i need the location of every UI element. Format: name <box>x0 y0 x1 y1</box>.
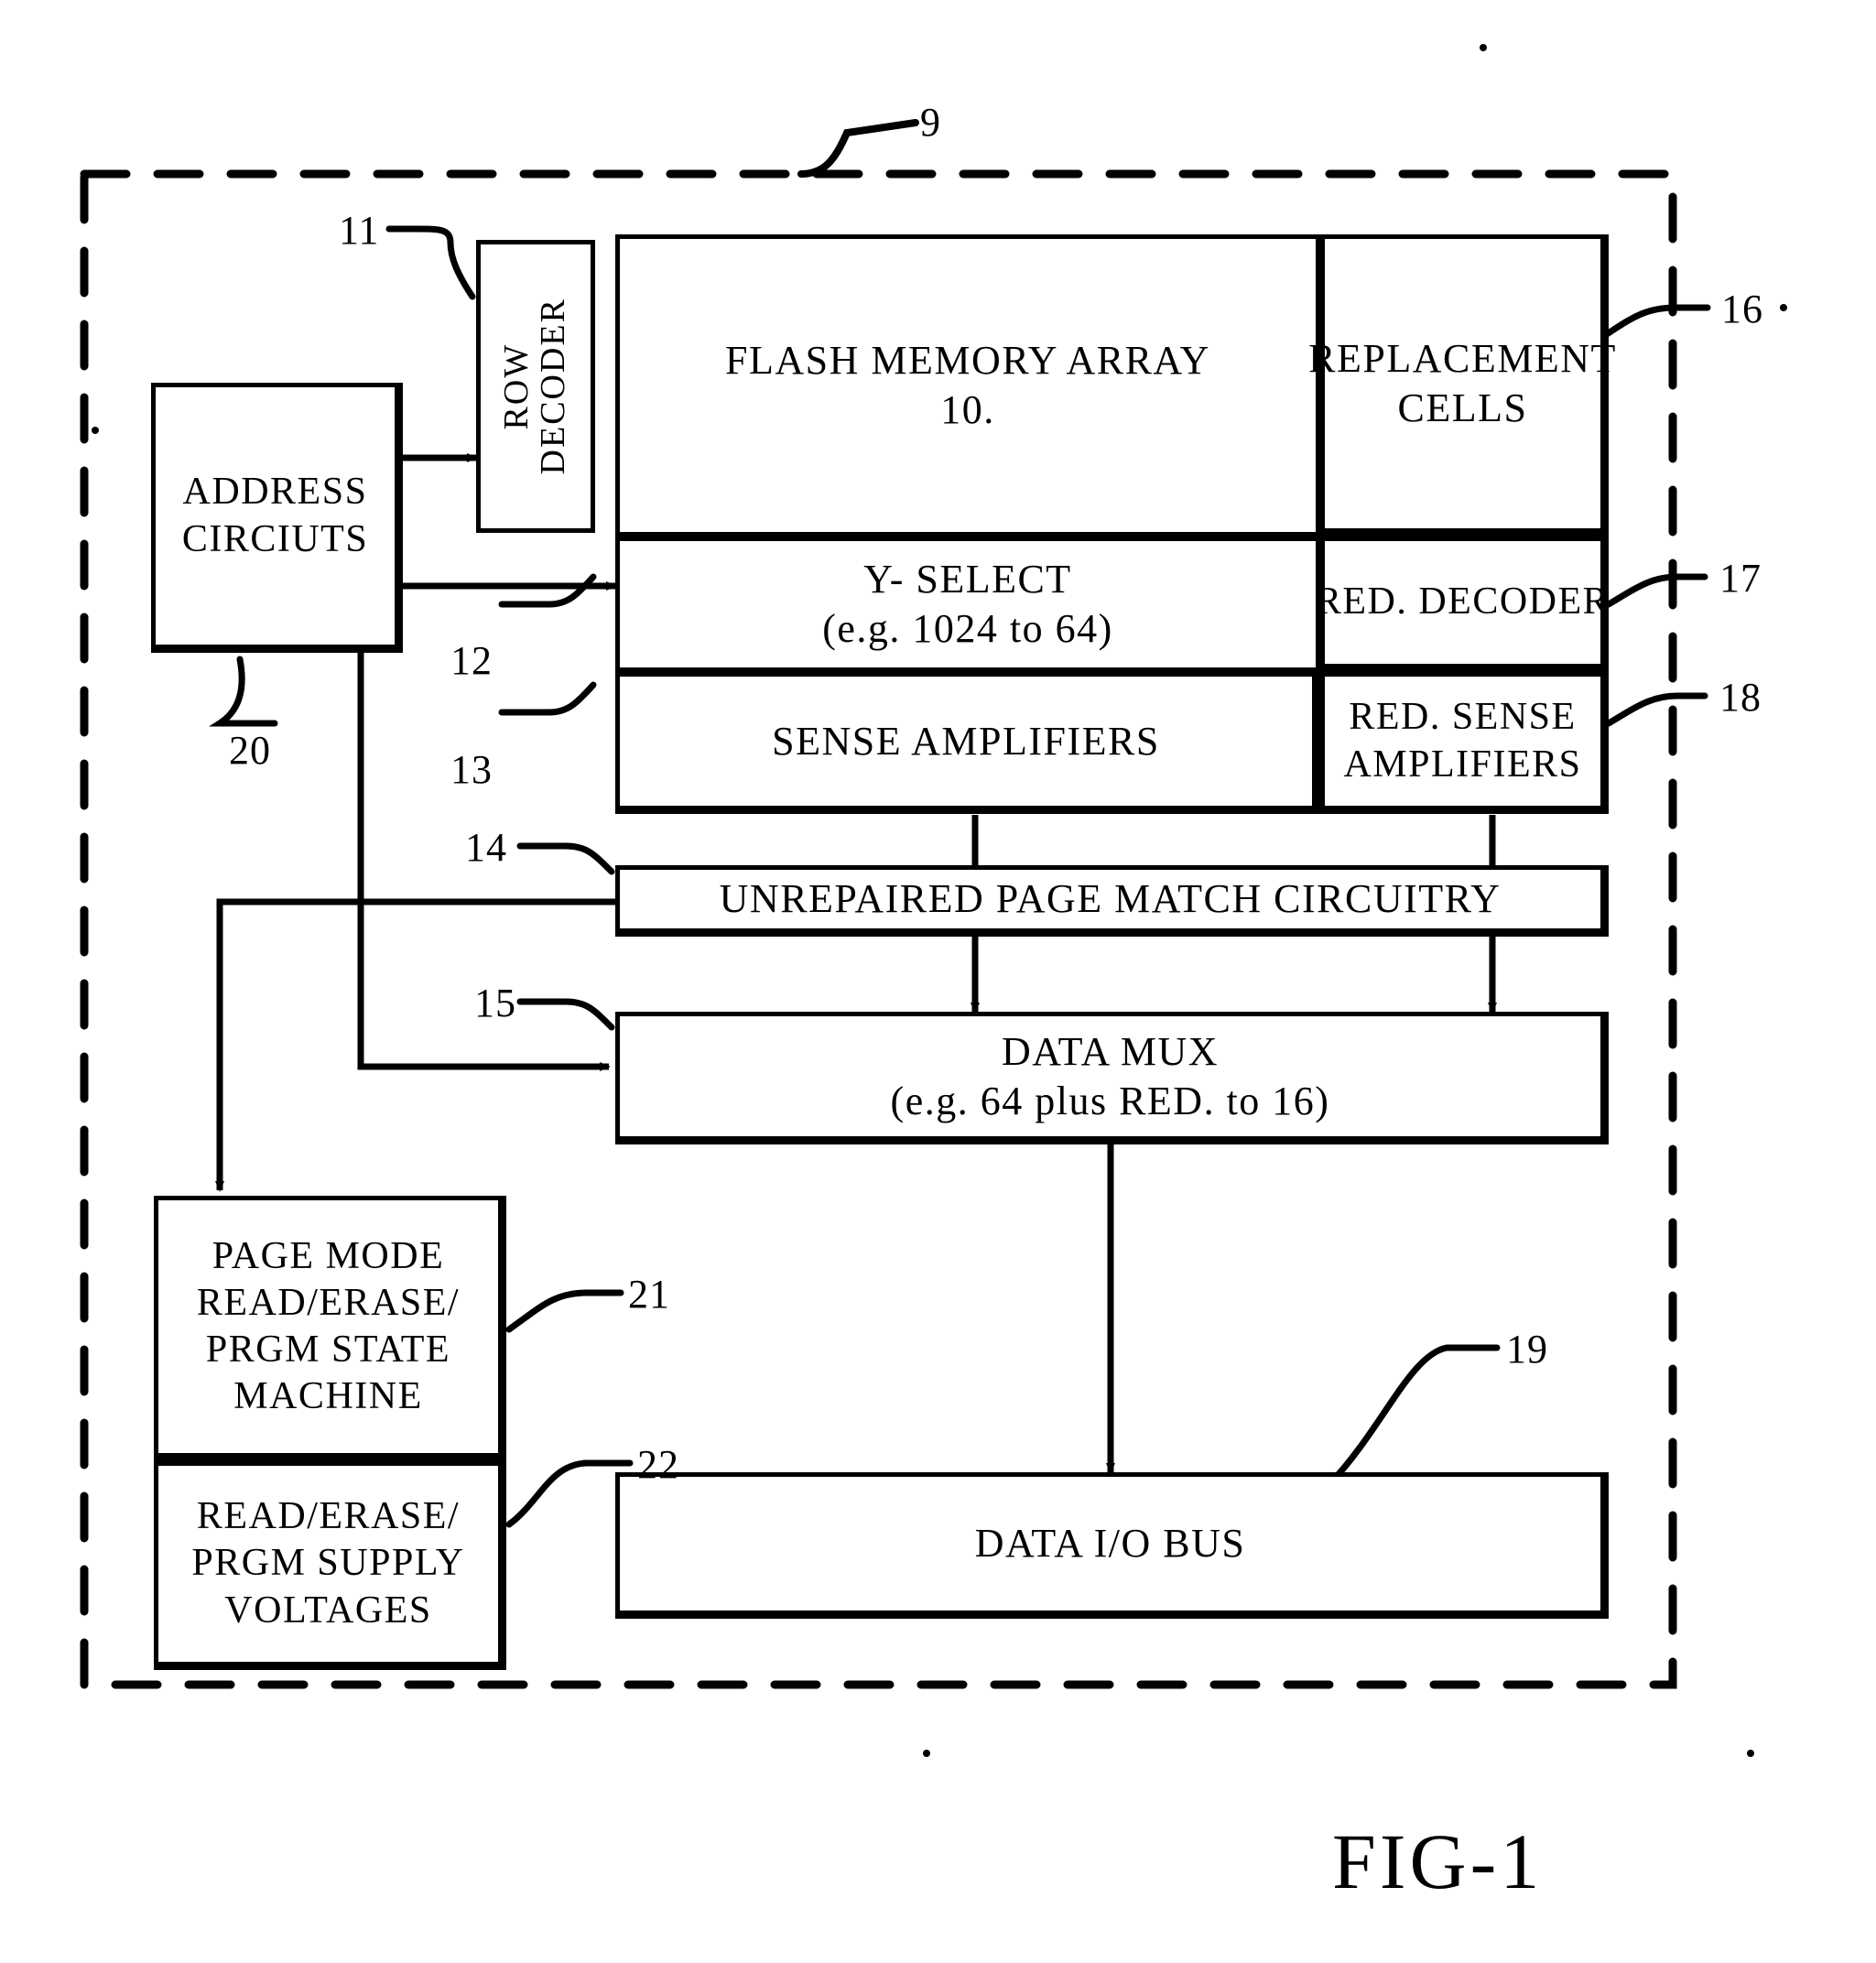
block-address-circuits[interactable]: ADDRESS CIRCIUTS <box>151 383 403 653</box>
data-io-bus-label: DATA I/O BUS <box>974 1521 1246 1567</box>
supply-voltages-line-2: PRGM SUPPLY <box>191 1542 465 1585</box>
ref-numeral-17: 17 <box>1719 556 1762 601</box>
ref-numeral-16: 16 <box>1721 287 1763 331</box>
page-speck <box>923 1750 930 1757</box>
page-speck <box>1747 1750 1754 1757</box>
leader-line-15 <box>516 998 615 1031</box>
state-machine-line-4: MACHINE <box>233 1375 423 1418</box>
state-machine-line-3: PRGM STATE <box>205 1329 451 1371</box>
ref-numeral-15: 15 <box>474 981 516 1025</box>
leader-line-18 <box>1605 692 1708 727</box>
leader-line-13 <box>498 681 597 716</box>
ref-numeral-13: 13 <box>450 747 493 792</box>
leader-line-11 <box>385 225 476 300</box>
leader-line-19 <box>1327 1344 1501 1487</box>
leader-line-9 <box>797 119 919 178</box>
replacement-cells-line-1: REPLACEMENT <box>1308 336 1617 382</box>
red-decoder-label: RED. DECODER <box>1315 580 1610 624</box>
leader-line-22 <box>505 1459 634 1528</box>
state-machine-line-1: PAGE MODE <box>211 1234 445 1277</box>
supply-voltages-line-3: VOLTAGES <box>224 1589 432 1632</box>
block-data-mux[interactable]: DATA MUX (e.g. 64 plus RED. to 16) <box>615 1012 1609 1144</box>
ref-numeral-20: 20 <box>229 728 271 773</box>
block-red-decoder[interactable]: RED. DECODER <box>1316 537 1609 672</box>
ref-numeral-22: 22 <box>637 1442 679 1487</box>
address-circuits-line-2: CIRCIUTS <box>181 517 369 560</box>
data-mux-line-1: DATA MUX <box>1001 1028 1220 1074</box>
block-replacement-cells[interactable]: REPLACEMENT CELLS <box>1308 234 1615 537</box>
block-red-sense-amplifiers[interactable]: RED. SENSE AMPLIFIERS <box>1320 672 1609 814</box>
page-speck <box>1480 44 1487 51</box>
leader-line-14 <box>516 842 615 875</box>
supply-voltages-line-1: READ/ERASE/ <box>196 1495 461 1538</box>
ref-numeral-18: 18 <box>1719 675 1762 720</box>
leader-line-20 <box>208 656 278 727</box>
block-flash-memory-array[interactable]: FLASH MEMORY ARRAY 10. <box>615 234 1320 537</box>
ref-numeral-11: 11 <box>339 208 380 253</box>
block-y-select[interactable]: Y- SELECT (e.g. 1024 to 64) <box>615 537 1320 672</box>
address-circuits-line-1: ADDRESS <box>182 471 368 514</box>
data-mux-line-2: (e.g. 64 plus RED. to 16) <box>890 1078 1330 1123</box>
ref-numeral-14: 14 <box>465 825 507 870</box>
flash-memory-array-line-2: 10. <box>940 387 995 432</box>
block-row-decoder[interactable]: ROW DECODER <box>476 240 595 533</box>
y-select-line-2: (e.g. 1024 to 64) <box>822 606 1113 651</box>
block-supply-voltages[interactable]: READ/ERASE/ PRGM SUPPLY VOLTAGES <box>154 1461 506 1670</box>
figure-label: FIG-1 <box>1332 1817 1544 1905</box>
replacement-cells-line-2: CELLS <box>1397 385 1528 430</box>
block-page-mode-state-machine[interactable]: PAGE MODE READ/ERASE/ PRGM STATE MACHINE <box>154 1196 506 1461</box>
row-decoder-line-2: DECODER <box>534 298 572 475</box>
block-sense-amplifiers[interactable]: SENSE AMPLIFIERS <box>615 672 1320 814</box>
row-decoder-line-1: ROW <box>497 342 537 430</box>
leader-line-12 <box>498 573 597 608</box>
ref-numeral-12: 12 <box>450 638 493 683</box>
block-unrepaired-page-match-circuitry[interactable]: UNREPAIRED PAGE MATCH CIRCUITRY <box>615 865 1609 937</box>
unrepaired-page-match-label: UNREPAIRED PAGE MATCH CIRCUITRY <box>719 876 1502 922</box>
row-decoder-vertical-label: ROW DECODER <box>497 298 572 475</box>
patent-figure-page: ADDRESS CIRCIUTS ROW DECODER FLASH MEMOR… <box>0 0 1876 1963</box>
flash-memory-array-line-1: FLASH MEMORY ARRAY <box>725 338 1210 384</box>
ref-numeral-19: 19 <box>1506 1327 1548 1372</box>
ref-numeral-21: 21 <box>628 1272 670 1317</box>
ref-numeral-9: 9 <box>920 100 941 145</box>
leader-line-21 <box>505 1289 624 1333</box>
leader-line-17 <box>1605 573 1708 608</box>
page-speck <box>1780 304 1787 311</box>
y-select-line-1: Y- SELECT <box>863 557 1072 602</box>
state-machine-line-2: READ/ERASE/ <box>196 1281 461 1324</box>
page-speck <box>92 427 99 434</box>
leader-line-16 <box>1603 304 1711 338</box>
block-data-io-bus[interactable]: DATA I/O BUS <box>615 1472 1609 1619</box>
red-sense-amplifiers-line-2: AMPLIFIERS <box>1343 743 1582 786</box>
red-sense-amplifiers-line-1: RED. SENSE <box>1349 696 1577 739</box>
sense-amplifiers-label: SENSE AMPLIFIERS <box>772 718 1160 764</box>
